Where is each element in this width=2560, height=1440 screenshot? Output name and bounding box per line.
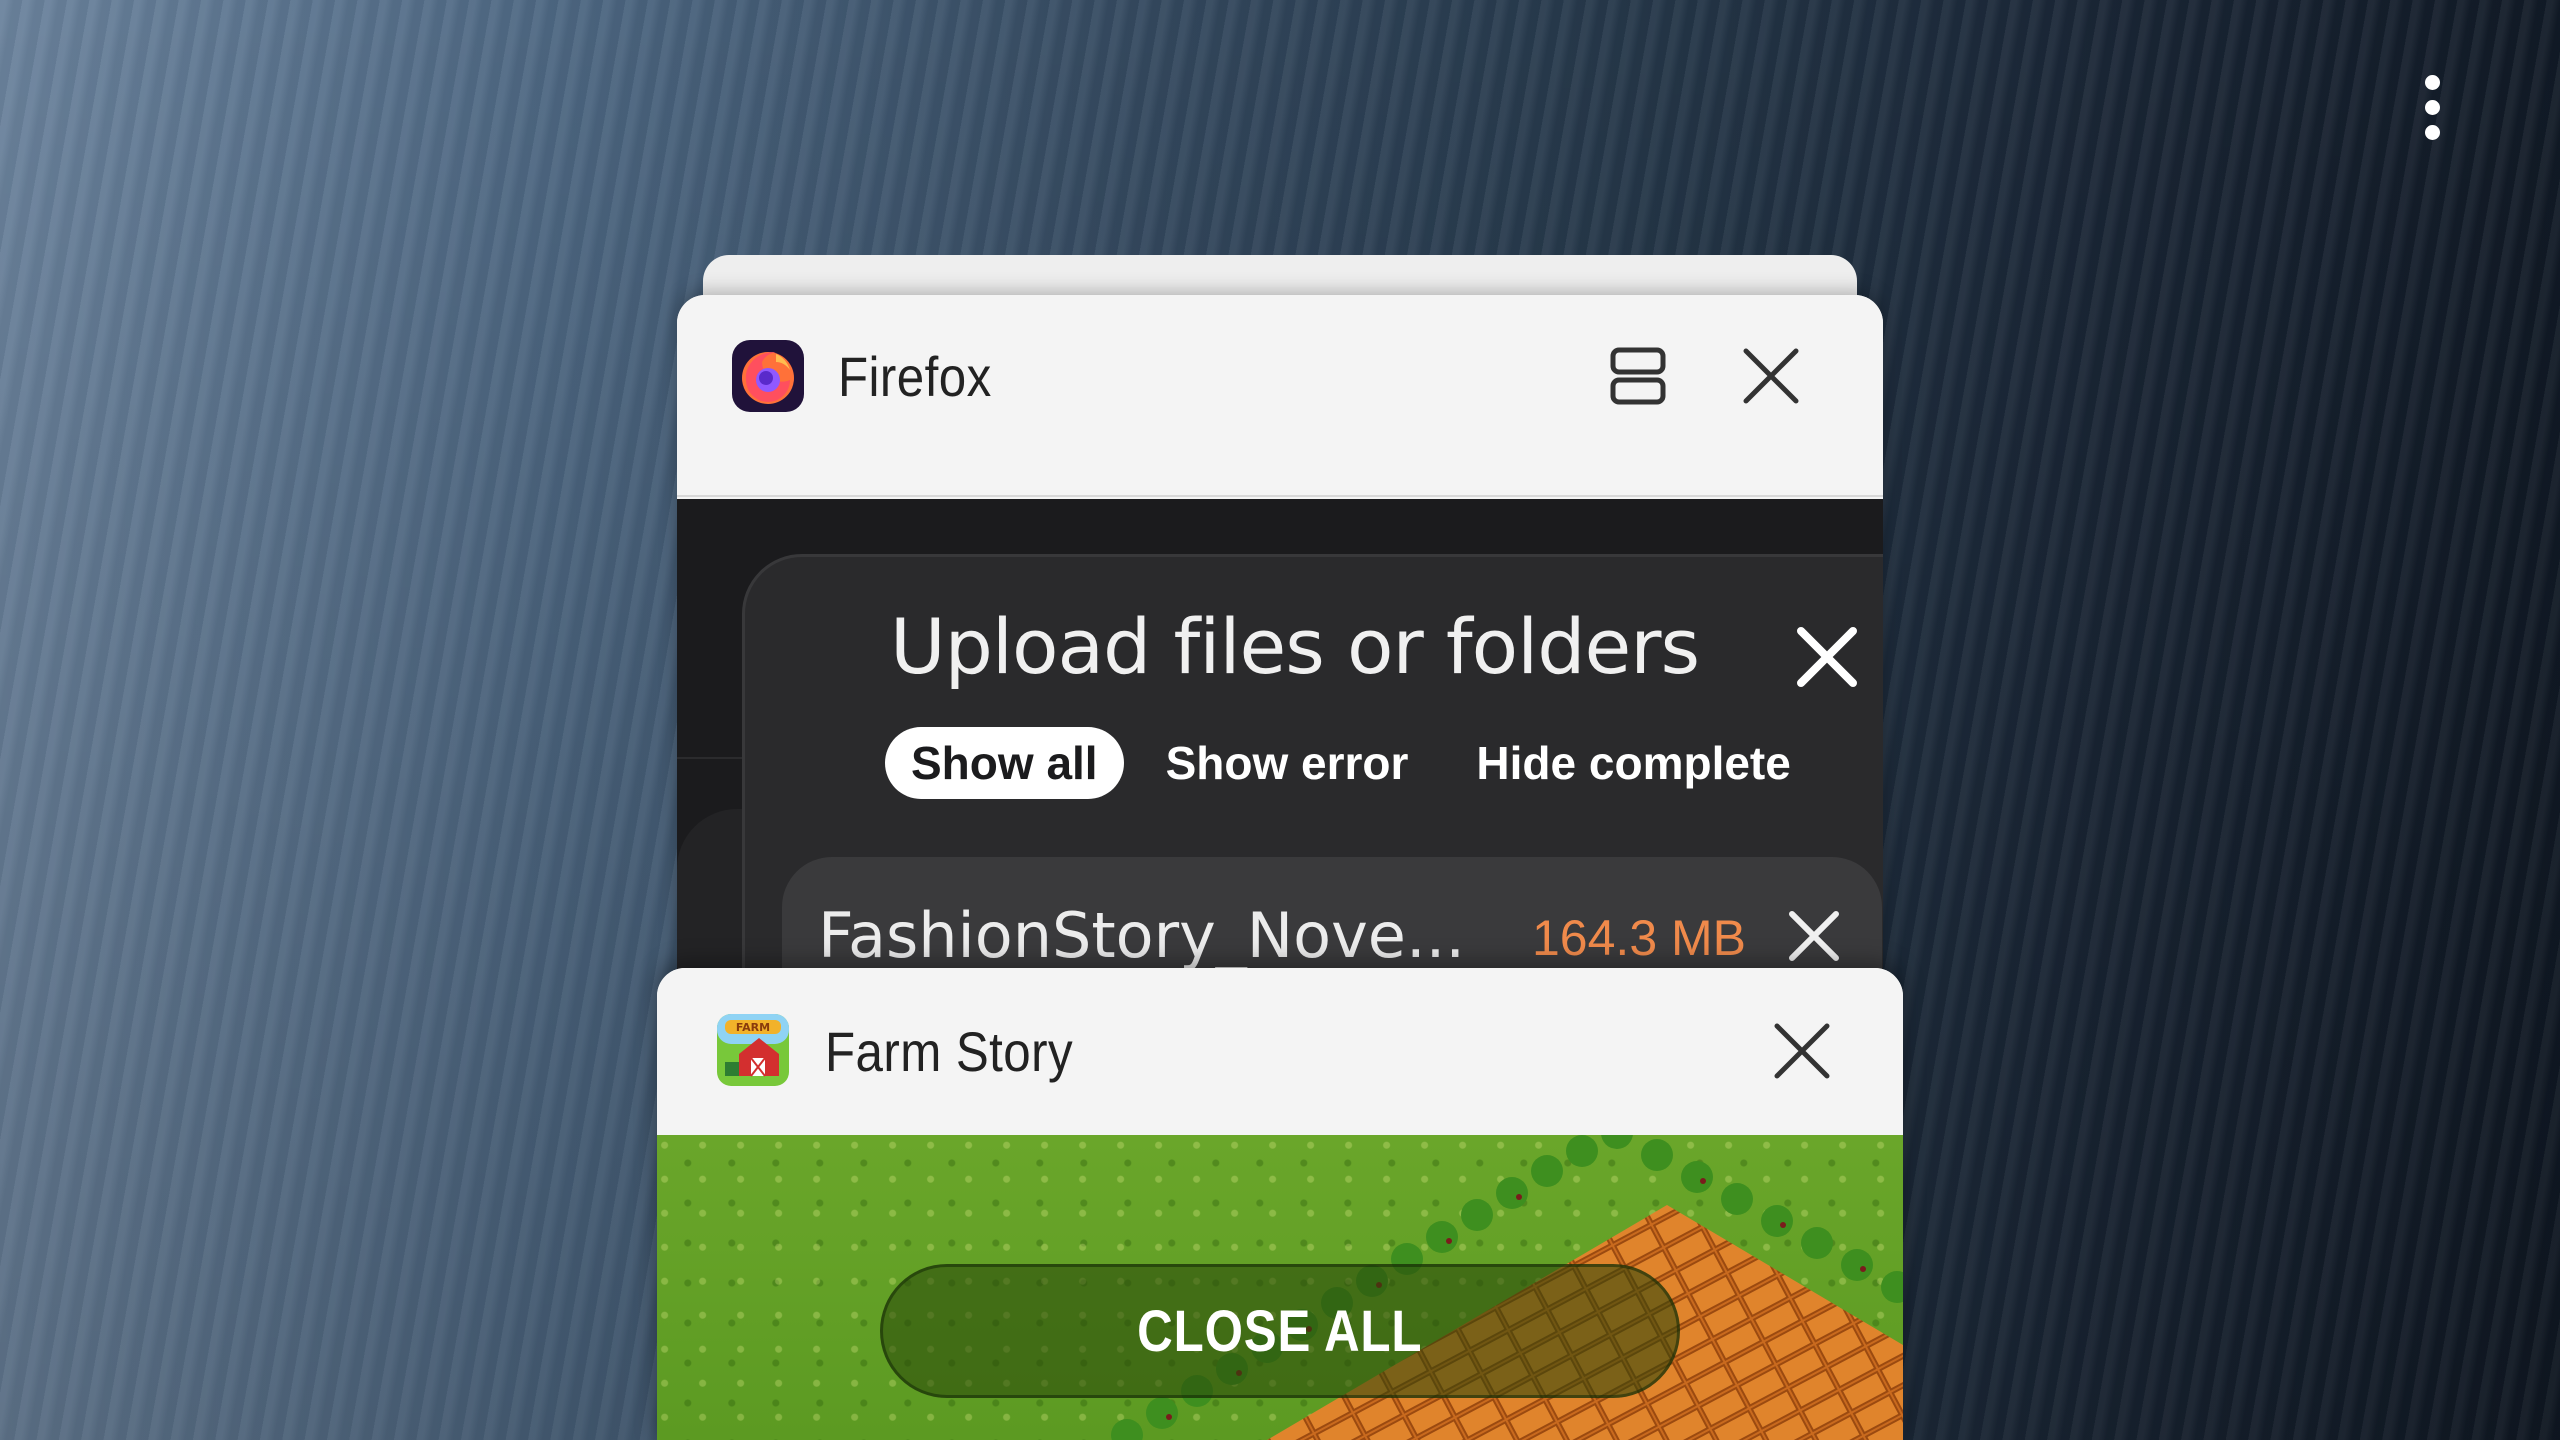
address-bar-area xyxy=(677,457,1883,497)
close-icon[interactable] xyxy=(1740,345,1802,407)
svg-text:FARM: FARM xyxy=(736,1021,770,1034)
more-options-button[interactable] xyxy=(2404,62,2460,152)
close-icon[interactable] xyxy=(1787,909,1841,963)
close-icon[interactable] xyxy=(1795,625,1859,689)
filter-show-all[interactable]: Show all xyxy=(885,727,1124,799)
more-vertical-icon xyxy=(2424,74,2440,90)
file-size: 164.3 MB xyxy=(1532,910,1747,966)
upload-panel-title: Upload files or folders xyxy=(890,602,1700,691)
filter-hide-complete[interactable]: Hide complete xyxy=(1450,727,1816,799)
card-header: FARM Farm Story xyxy=(657,968,1903,1135)
close-all-button[interactable]: CLOSE ALL xyxy=(880,1264,1680,1398)
app-title: Farm Story xyxy=(825,1020,1074,1083)
farm-story-icon: FARM xyxy=(717,1014,789,1086)
close-icon[interactable] xyxy=(1771,1020,1833,1082)
card-header: Firefox xyxy=(677,295,1883,457)
app-title: Firefox xyxy=(838,344,992,408)
filter-show-error[interactable]: Show error xyxy=(1140,727,1435,799)
file-name: FashionStory_Nove... xyxy=(818,899,1466,972)
split-screen-icon[interactable] xyxy=(1610,346,1666,406)
close-all-label: CLOSE ALL xyxy=(1137,1298,1423,1364)
firefox-icon xyxy=(732,340,804,412)
filter-chips: Show all Show error Hide complete xyxy=(885,727,1833,799)
